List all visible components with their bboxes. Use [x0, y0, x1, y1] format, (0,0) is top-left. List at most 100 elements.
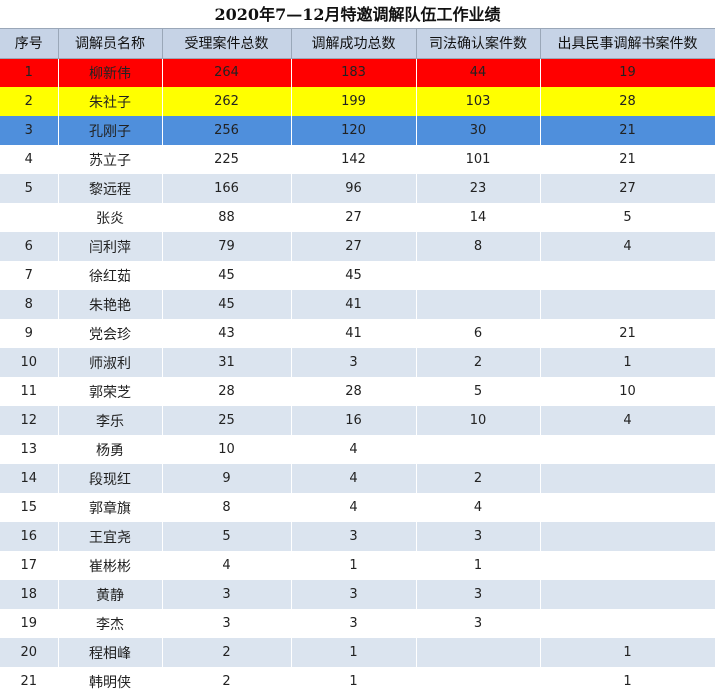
cell-success[interactable]: 96 — [291, 174, 417, 203]
cell-confirmed[interactable]: 5 — [416, 377, 541, 406]
cell-documents[interactable]: 27 — [540, 174, 715, 203]
cell-seq[interactable]: 6 — [0, 232, 59, 261]
cell-seq[interactable]: 8 — [0, 290, 59, 319]
cell-documents[interactable] — [540, 464, 715, 493]
cell-documents[interactable] — [540, 261, 715, 290]
cell-confirmed[interactable]: 6 — [416, 319, 541, 348]
cell-seq[interactable]: 16 — [0, 522, 59, 551]
column-header-seq[interactable]: 序号 — [0, 29, 59, 59]
cell-confirmed[interactable]: 3 — [416, 522, 541, 551]
cell-name[interactable]: 徐红茹 — [58, 261, 163, 290]
cell-confirmed[interactable]: 14 — [416, 203, 541, 232]
cell-success[interactable]: 27 — [291, 232, 417, 261]
cell-name[interactable]: 郭章旗 — [58, 493, 163, 522]
cell-success[interactable]: 1 — [291, 638, 417, 667]
cell-success[interactable]: 16 — [291, 406, 417, 435]
cell-documents[interactable] — [540, 290, 715, 319]
cell-success[interactable]: 4 — [291, 464, 417, 493]
cell-confirmed[interactable] — [416, 435, 541, 464]
column-header-documents[interactable]: 出具民事调解书案件数 — [540, 29, 715, 59]
cell-confirmed[interactable]: 4 — [416, 493, 541, 522]
cell-accepted[interactable]: 8 — [162, 493, 292, 522]
cell-documents[interactable]: 4 — [540, 406, 715, 435]
cell-confirmed[interactable]: 2 — [416, 464, 541, 493]
cell-seq[interactable]: 10 — [0, 348, 59, 377]
cell-accepted[interactable]: 5 — [162, 522, 292, 551]
cell-name[interactable]: 孔刚子 — [58, 116, 163, 145]
cell-name[interactable]: 韩明侠 — [58, 667, 163, 696]
cell-accepted[interactable]: 79 — [162, 232, 292, 261]
cell-name[interactable]: 黎远程 — [58, 174, 163, 203]
cell-documents[interactable]: 21 — [540, 116, 715, 145]
cell-accepted[interactable]: 10 — [162, 435, 292, 464]
cell-name[interactable]: 闫利萍 — [58, 232, 163, 261]
cell-accepted[interactable]: 264 — [162, 58, 292, 87]
cell-confirmed[interactable] — [416, 638, 541, 667]
cell-documents[interactable]: 21 — [540, 319, 715, 348]
cell-accepted[interactable]: 2 — [162, 638, 292, 667]
cell-seq[interactable]: 14 — [0, 464, 59, 493]
cell-accepted[interactable]: 45 — [162, 290, 292, 319]
cell-success[interactable]: 1 — [291, 551, 417, 580]
cell-seq[interactable]: 19 — [0, 609, 59, 638]
cell-accepted[interactable]: 45 — [162, 261, 292, 290]
cell-confirmed[interactable] — [416, 667, 541, 696]
column-header-accepted[interactable]: 受理案件总数 — [162, 29, 292, 59]
cell-success[interactable]: 183 — [291, 58, 417, 87]
cell-seq[interactable]: 5 — [0, 174, 59, 203]
cell-name[interactable]: 李乐 — [58, 406, 163, 435]
column-header-name[interactable]: 调解员名称 — [58, 29, 163, 59]
cell-documents[interactable]: 5 — [540, 203, 715, 232]
cell-seq[interactable]: 18 — [0, 580, 59, 609]
cell-name[interactable]: 段现红 — [58, 464, 163, 493]
cell-success[interactable]: 3 — [291, 522, 417, 551]
cell-success[interactable]: 3 — [291, 580, 417, 609]
cell-confirmed[interactable]: 2 — [416, 348, 541, 377]
cell-name[interactable]: 师淑利 — [58, 348, 163, 377]
cell-seq[interactable]: 2 — [0, 87, 59, 116]
cell-accepted[interactable]: 25 — [162, 406, 292, 435]
cell-name[interactable]: 张炎 — [58, 203, 163, 232]
cell-accepted[interactable]: 2 — [162, 667, 292, 696]
cell-seq[interactable]: 1 — [0, 58, 59, 87]
cell-accepted[interactable]: 256 — [162, 116, 292, 145]
cell-accepted[interactable]: 31 — [162, 348, 292, 377]
column-header-confirmed[interactable]: 司法确认案件数 — [416, 29, 541, 59]
cell-success[interactable]: 4 — [291, 493, 417, 522]
cell-seq[interactable]: 9 — [0, 319, 59, 348]
cell-accepted[interactable]: 4 — [162, 551, 292, 580]
cell-confirmed[interactable] — [416, 290, 541, 319]
cell-name[interactable]: 党会珍 — [58, 319, 163, 348]
cell-confirmed[interactable]: 3 — [416, 609, 541, 638]
cell-documents[interactable] — [540, 435, 715, 464]
cell-seq[interactable]: 13 — [0, 435, 59, 464]
cell-accepted[interactable]: 88 — [162, 203, 292, 232]
cell-seq[interactable]: 7 — [0, 261, 59, 290]
cell-seq[interactable]: 4 — [0, 145, 59, 174]
cell-seq[interactable]: 21 — [0, 667, 59, 696]
cell-name[interactable]: 程相峰 — [58, 638, 163, 667]
cell-documents[interactable] — [540, 551, 715, 580]
cell-name[interactable]: 柳新伟 — [58, 58, 163, 87]
cell-confirmed[interactable] — [416, 261, 541, 290]
cell-documents[interactable]: 19 — [540, 58, 715, 87]
cell-name[interactable]: 杨勇 — [58, 435, 163, 464]
cell-confirmed[interactable]: 44 — [416, 58, 541, 87]
cell-name[interactable]: 王宜尧 — [58, 522, 163, 551]
column-header-success[interactable]: 调解成功总数 — [291, 29, 417, 59]
cell-confirmed[interactable]: 103 — [416, 87, 541, 116]
cell-success[interactable]: 3 — [291, 609, 417, 638]
cell-name[interactable]: 李杰 — [58, 609, 163, 638]
cell-confirmed[interactable]: 3 — [416, 580, 541, 609]
cell-success[interactable]: 28 — [291, 377, 417, 406]
cell-success[interactable]: 3 — [291, 348, 417, 377]
cell-seq[interactable]: 15 — [0, 493, 59, 522]
cell-confirmed[interactable]: 10 — [416, 406, 541, 435]
cell-seq[interactable]: 20 — [0, 638, 59, 667]
cell-success[interactable]: 120 — [291, 116, 417, 145]
cell-accepted[interactable]: 166 — [162, 174, 292, 203]
cell-accepted[interactable]: 225 — [162, 145, 292, 174]
cell-seq[interactable]: 3 — [0, 116, 59, 145]
cell-name[interactable]: 崔彬彬 — [58, 551, 163, 580]
cell-documents[interactable]: 1 — [540, 667, 715, 696]
